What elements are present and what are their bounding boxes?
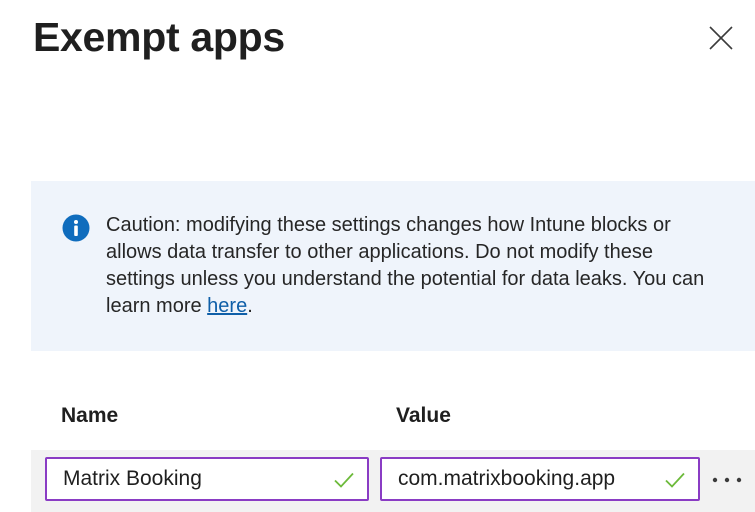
caution-text-end: .: [247, 295, 253, 317]
column-header-value: Value: [396, 404, 451, 427]
info-icon: [62, 214, 90, 242]
page-title: Exempt apps: [33, 14, 285, 60]
column-header-name: Name: [61, 404, 119, 427]
app-name-input[interactable]: [47, 459, 367, 499]
row-more-button[interactable]: [709, 466, 745, 494]
checkmark-icon: [665, 472, 685, 488]
learn-more-link[interactable]: here: [207, 295, 247, 317]
caution-message: Caution: modifying these settings change…: [106, 212, 726, 320]
close-icon: [709, 26, 733, 50]
app-name-field[interactable]: [45, 457, 369, 501]
app-value-field[interactable]: [380, 457, 700, 501]
app-value-input[interactable]: [382, 459, 698, 499]
checkmark-icon: [334, 472, 354, 488]
caution-text: Caution: modifying these settings change…: [106, 214, 705, 317]
exempt-apps-panel: Exempt apps Caution: modifying these set…: [0, 0, 755, 512]
more-icon: [712, 477, 742, 483]
close-button[interactable]: [707, 24, 735, 52]
